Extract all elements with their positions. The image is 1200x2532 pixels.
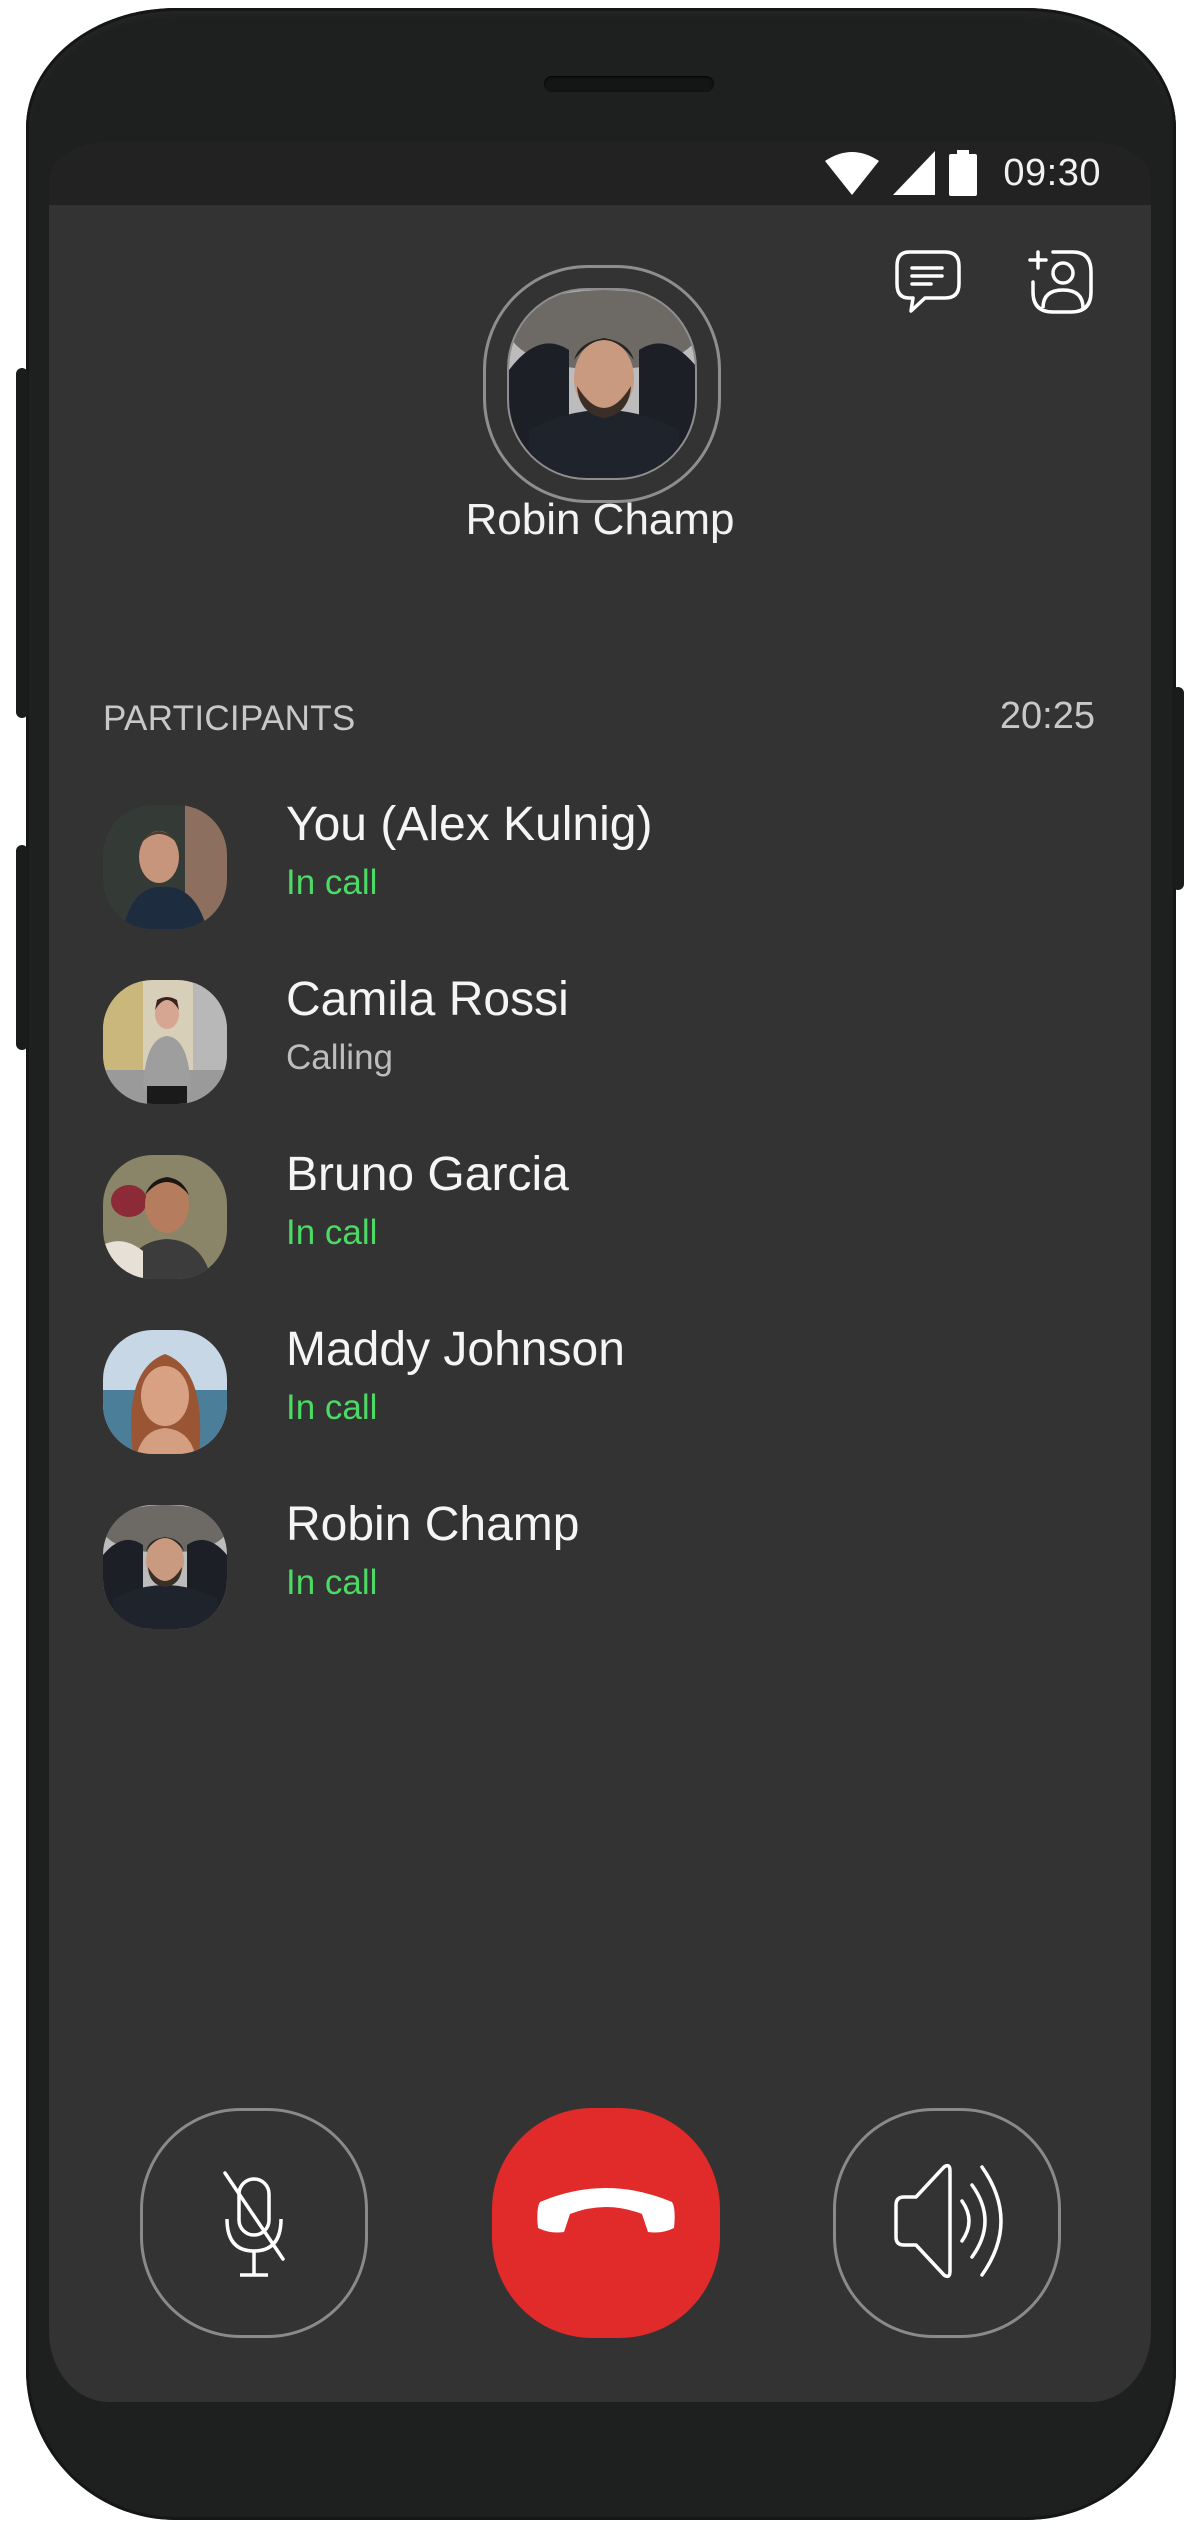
chat-button[interactable]: [895, 248, 961, 314]
caller-avatar: [507, 288, 697, 480]
microphone-off-icon: [223, 2171, 285, 2277]
add-participant-button[interactable]: [1027, 248, 1093, 314]
participant-avatar: [103, 805, 227, 929]
status-bar: 09:30: [49, 142, 1151, 205]
add-participant-icon: [1028, 250, 1093, 314]
phone-hangup-icon: [537, 2188, 675, 2233]
participant-row[interactable]: Maddy Johnson In call: [103, 1323, 1103, 1454]
participant-name: You (Alex Kulnig): [286, 798, 653, 851]
speaker-button[interactable]: [833, 2108, 1061, 2338]
earpiece-speaker: [544, 76, 714, 92]
wifi-icon: [825, 152, 880, 195]
status-time: 09:30: [1003, 151, 1101, 194]
battery-icon: [949, 150, 978, 196]
speaker-icon: [894, 2163, 1003, 2279]
participant-status: In call: [286, 1213, 378, 1252]
caller-photo: [509, 290, 695, 478]
side-button-volume-down: [16, 845, 28, 1050]
participant-name: Robin Champ: [286, 1498, 580, 1551]
call-screen: 09:30 Robin Champ PARTICIPANTS 20:25 You…: [49, 142, 1151, 2402]
participant-name: Maddy Johnson: [286, 1323, 625, 1376]
participant-avatar: [103, 1330, 227, 1454]
participant-status: In call: [286, 863, 378, 902]
side-button-volume-up: [16, 368, 28, 718]
chat-icon: [895, 250, 961, 313]
end-call-button[interactable]: [492, 2108, 720, 2338]
participant-name: Bruno Garcia: [286, 1148, 569, 1201]
participant-row[interactable]: Camila Rossi Calling: [103, 973, 1103, 1104]
participants-label: PARTICIPANTS: [103, 699, 356, 738]
participant-avatar: [103, 1155, 227, 1279]
participant-name: Camila Rossi: [286, 973, 569, 1026]
participant-status: In call: [286, 1388, 378, 1427]
participant-row[interactable]: Bruno Garcia In call: [103, 1148, 1103, 1279]
participant-row[interactable]: Robin Champ In call: [103, 1498, 1103, 1629]
side-button-power: [1172, 687, 1184, 890]
call-duration: 20:25: [999, 695, 1095, 737]
caller-name: Robin Champ: [465, 495, 735, 544]
cellular-signal-icon: [893, 151, 936, 195]
participant-status: In call: [286, 1563, 378, 1602]
participant-avatar: [103, 1505, 227, 1629]
participant-status: Calling: [286, 1038, 393, 1077]
participant-avatar: [103, 980, 227, 1104]
participant-row[interactable]: You (Alex Kulnig) In call: [103, 798, 1103, 929]
mute-button[interactable]: [140, 2108, 368, 2338]
